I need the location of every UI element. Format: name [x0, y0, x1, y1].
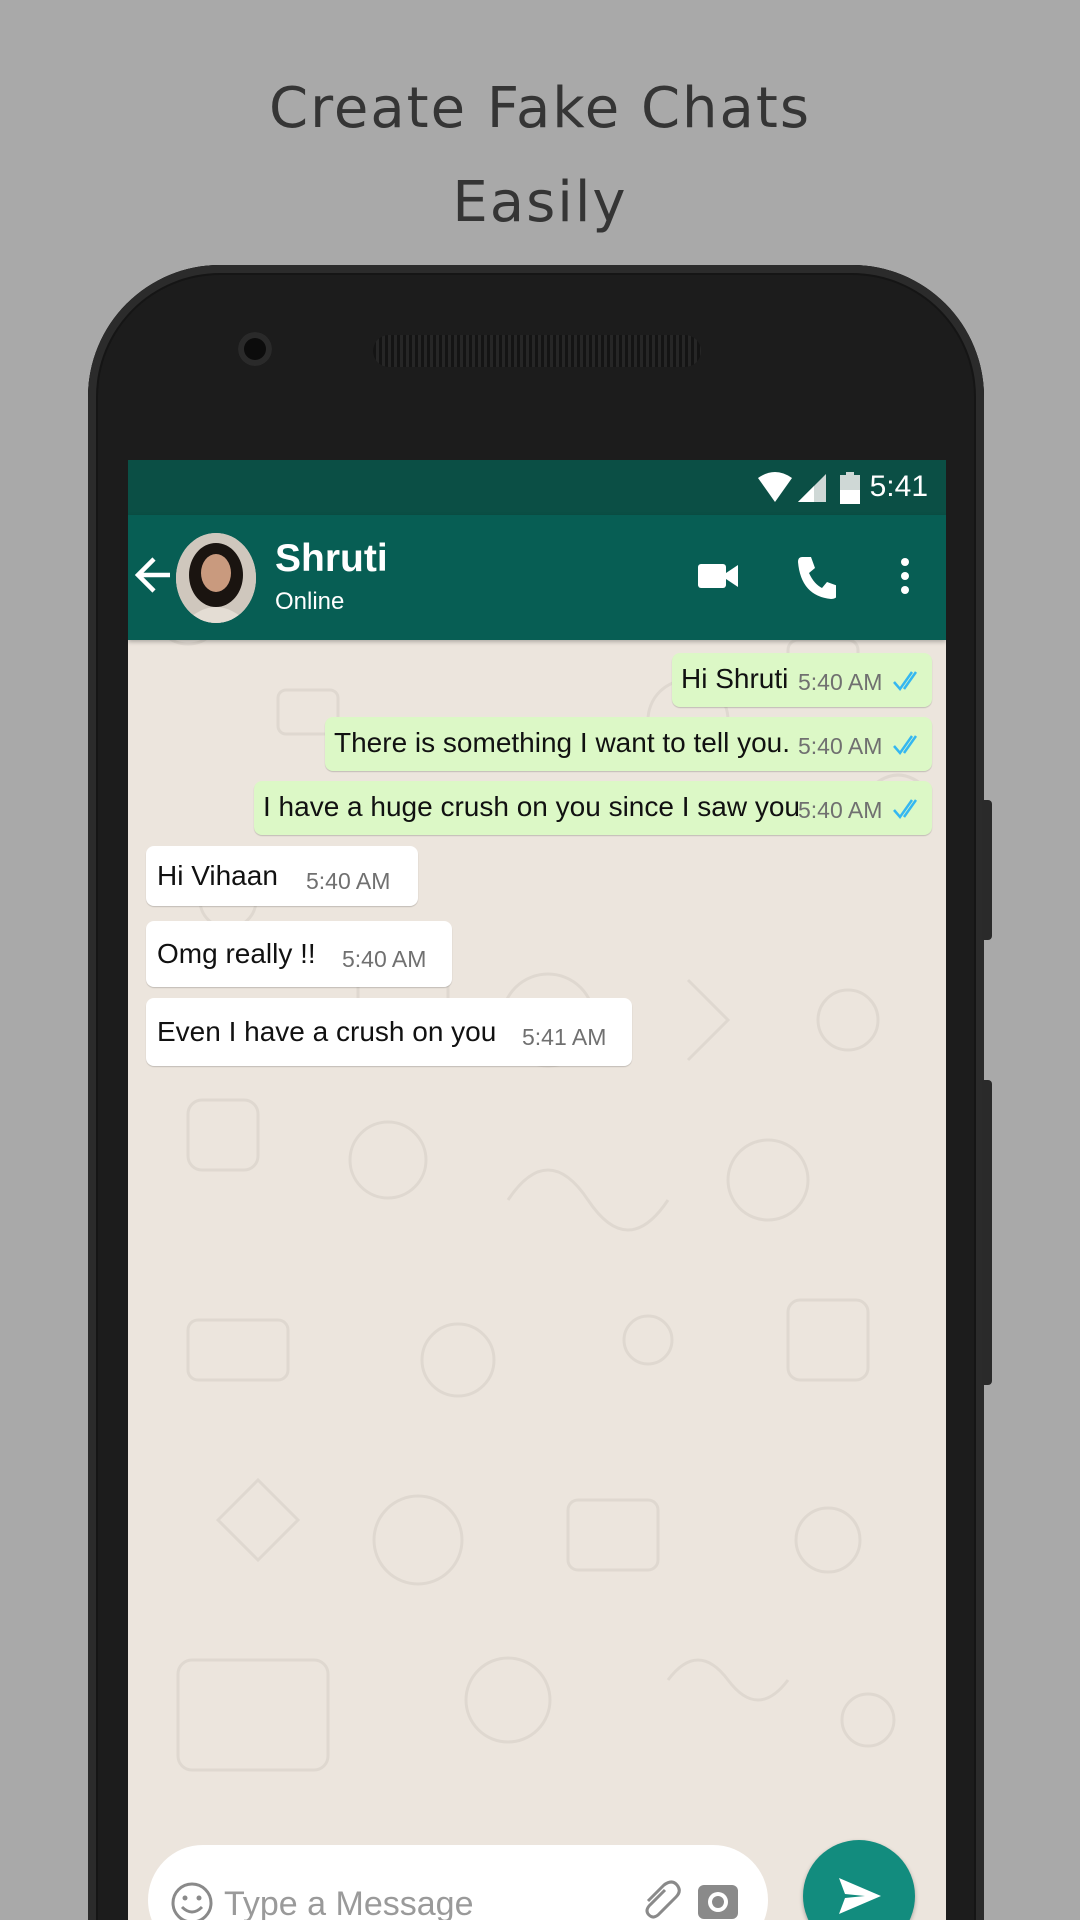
- battery-icon: [840, 472, 860, 504]
- emoji-icon[interactable]: [170, 1881, 214, 1920]
- front-camera: [238, 332, 272, 366]
- message-text: I have a huge crush on you since I saw y…: [263, 791, 800, 822]
- promo-line-1: Create Fake Chats: [269, 76, 811, 141]
- video-call-icon[interactable]: [696, 553, 740, 599]
- send-icon: [839, 1878, 881, 1914]
- message-time: 5:41 AM: [522, 1024, 607, 1050]
- message-text: Omg really !!: [157, 938, 316, 969]
- signal-icon: [798, 474, 826, 502]
- message-bubble-outgoing[interactable]: Hi Shruti 5:40 AM: [672, 653, 932, 707]
- more-vert-icon[interactable]: [898, 553, 912, 599]
- power-button: [982, 1080, 992, 1385]
- read-receipt-icon: [893, 735, 918, 756]
- read-receipt-icon: [893, 799, 918, 820]
- earpiece-speaker: [373, 335, 701, 367]
- message-composer[interactable]: Type a Message: [148, 1845, 768, 1920]
- message-time: 5:40 AM: [798, 797, 883, 823]
- chat-screen: 5:41 Shruti Online Hi Shruti 5:40 AM The…: [128, 460, 946, 1920]
- message-input[interactable]: Type a Message: [224, 1885, 473, 1920]
- attach-icon[interactable]: [638, 1877, 682, 1920]
- avatar-photo: [176, 533, 256, 623]
- phone-icon[interactable]: [794, 553, 836, 599]
- read-receipt-icon: [893, 671, 918, 692]
- message-bubble-outgoing[interactable]: I have a huge crush on you since I saw y…: [254, 781, 932, 835]
- contact-name[interactable]: Shruti: [275, 537, 388, 581]
- message-text: There is something I want to tell you.: [334, 727, 790, 758]
- message-bubble-incoming[interactable]: Even I have a crush on you 5:41 AM: [146, 998, 632, 1066]
- avatar[interactable]: [176, 533, 256, 623]
- message-text: Even I have a crush on you: [157, 1016, 497, 1047]
- message-text: Hi Shruti: [681, 663, 789, 694]
- volume-button: [982, 800, 992, 940]
- message-time: 5:40 AM: [798, 669, 883, 695]
- message-bubble-incoming[interactable]: Omg really !! 5:40 AM: [146, 921, 452, 987]
- status-bar: 5:41: [128, 460, 946, 515]
- presence-status: Online: [275, 588, 345, 615]
- message-text: Hi Vihaan: [157, 860, 278, 891]
- promo-line-2: Easily: [452, 170, 628, 235]
- status-time: 5:41: [869, 470, 928, 503]
- camera-icon[interactable]: [696, 1879, 740, 1920]
- chat-header: Shruti Online: [128, 515, 946, 640]
- message-bubble-outgoing[interactable]: There is something I want to tell you. 5…: [325, 717, 932, 771]
- message-bubble-incoming[interactable]: Hi Vihaan 5:40 AM: [146, 846, 418, 906]
- wifi-icon: [758, 472, 792, 502]
- promo-headline: Create Fake Chats Easily: [0, 62, 1080, 250]
- back-arrow-icon[interactable]: [134, 555, 172, 595]
- message-time: 5:40 AM: [342, 946, 427, 972]
- message-time: 5:40 AM: [306, 868, 391, 894]
- message-time: 5:40 AM: [798, 733, 883, 759]
